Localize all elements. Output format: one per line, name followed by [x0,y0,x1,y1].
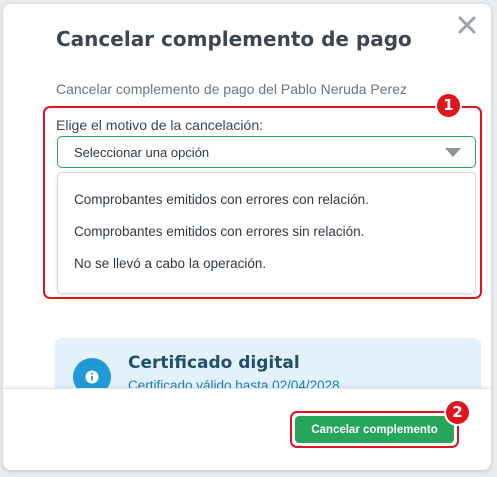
modal-subtitle: Cancelar complemento de pago del Pablo N… [56,81,407,97]
reason-select[interactable]: Seleccionar una opción [57,136,476,168]
reason-select-value: Seleccionar una opción [74,145,210,160]
reason-option[interactable]: No se llevó a cabo la operación. [74,256,266,271]
certificate-title: Certificado digital [128,353,300,373]
annotation-badge-2: 2 [444,399,471,426]
cancel-complement-modal: Cancelar complemento de pago Cancelar co… [3,4,491,470]
reason-option[interactable]: Comprobantes emitidos con errores sin re… [74,224,364,239]
reason-label: Elige el motivo de la cancelación: [56,117,264,133]
close-icon[interactable] [455,13,479,37]
cancel-complement-button[interactable]: Cancelar complemento [295,416,454,443]
reason-dropdown-list: Comprobantes emitidos con errores con re… [57,172,476,294]
annotation-badge-1: 1 [435,92,462,119]
reason-option[interactable]: Comprobantes emitidos con errores con re… [74,192,369,207]
modal-title: Cancelar complemento de pago [56,27,412,51]
modal-footer: Cancelar complemento [3,388,491,470]
caret-down-icon [445,148,461,157]
